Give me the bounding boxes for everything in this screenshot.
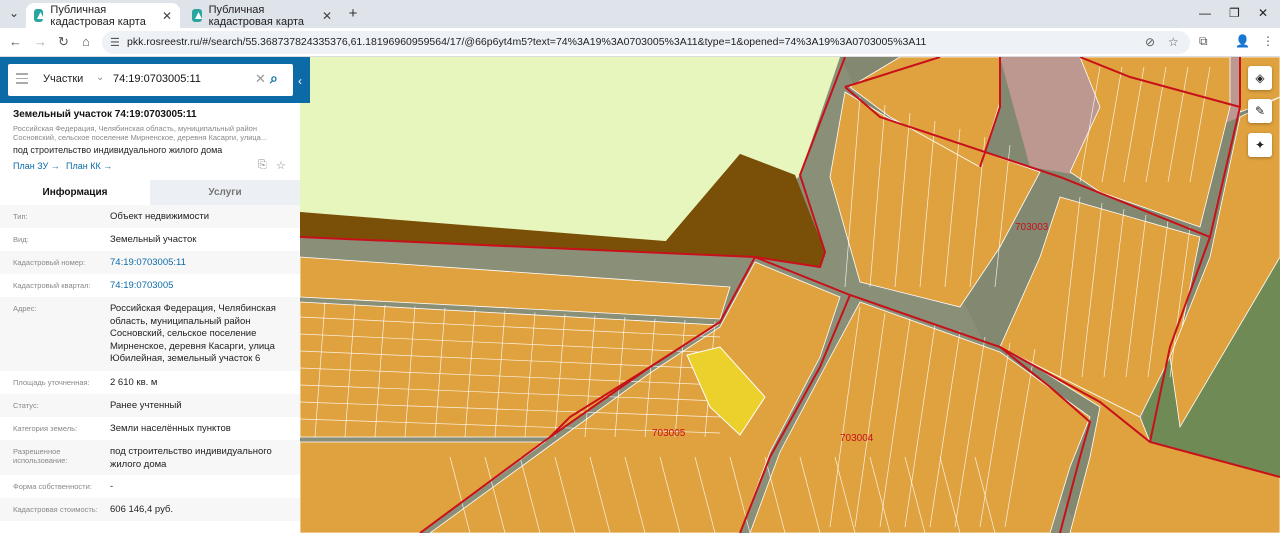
home-icon[interactable]: ⌂ (82, 34, 90, 49)
object-title: Земельный участок 74:19:0703005:11 (13, 109, 197, 120)
menu-dots-icon[interactable]: ⋮ (1262, 34, 1274, 48)
attribute-value: под строительство индивидуального жилого… (110, 446, 272, 470)
restore-icon[interactable]: ❐ (1229, 6, 1240, 20)
attribute-row-address: Адрес: Российская Федерация, Челябинская… (0, 297, 300, 371)
layers-icon: ◈ (1255, 71, 1265, 85)
new-tab-button[interactable]: + (344, 5, 362, 23)
reload-icon[interactable]: ↻ (58, 34, 69, 50)
clear-search-icon[interactable]: ✕ (255, 71, 266, 87)
plan-kk-link[interactable]: План КК → (66, 161, 112, 171)
crosshair-icon: ✦ (1254, 138, 1266, 152)
document-search-icon[interactable]: ⎘ (258, 159, 267, 172)
url-text: pkk.rosreestr.ru/#/search/55.36873782433… (127, 36, 927, 48)
attribute-value: Ранее учтенный (110, 400, 182, 411)
tab-close-icon[interactable]: ✕ (162, 9, 172, 23)
attributes-table: Тип: Объект недвижимости Вид: Земельный … (0, 205, 300, 521)
quarter-label-703004: 703004 (840, 433, 874, 444)
attribute-value: Объект недвижимости (110, 211, 210, 222)
attribute-row-area: Площадь уточненная: 2 610 кв. м (0, 371, 300, 394)
attribute-row-ownership-form: Форма собственности: - (0, 475, 300, 498)
browser-toolbar: ← → ↻ ⌂ ☰ pkk.rosreestr.ru/#/search/55.3… (0, 28, 1280, 57)
attribute-row-kind: Вид: Земельный участок (0, 228, 300, 251)
chevron-down-icon[interactable]: ⌄ (96, 72, 104, 83)
attribute-row-permitted-use: Разрешенное использование: под строитель… (0, 440, 300, 475)
back-icon[interactable]: ← (9, 34, 22, 49)
profile-icon[interactable]: 👤 (1235, 34, 1250, 48)
tracking-protection-icon[interactable]: ⊘ (1145, 35, 1155, 49)
browser-tab-1[interactable]: Публичная кадастровая карта ✕ (26, 3, 180, 28)
map-canvas: 703003 703005 703004 (300, 57, 1280, 533)
attribute-key: Кадастровая стоимость: (13, 505, 98, 514)
cadastral-quarter-link[interactable]: 74:19:0703005 (110, 274, 300, 299)
browser-tab-2[interactable]: Публичная кадастровая карта ✕ (184, 3, 340, 28)
tab-title: Публичная кадастровая карта (50, 3, 146, 28)
forward-icon[interactable]: → (34, 34, 47, 49)
rosreestr-favicon-icon (34, 9, 44, 22)
search-type-select[interactable]: Участки (43, 73, 83, 85)
attribute-key: Статус: (13, 401, 39, 410)
attribute-row-cadastral-number: Кадастровый номер: 74:19:0703005:11 (0, 251, 300, 274)
window-close-icon[interactable]: ✕ (1258, 6, 1268, 20)
bookmark-star-icon[interactable]: ☆ (1168, 35, 1179, 49)
attribute-key: Кадастровый номер: (13, 258, 86, 267)
attribute-value: - (110, 481, 114, 492)
attribute-row-status: Статус: Ранее учтенный (0, 394, 300, 417)
minimize-icon[interactable]: — (1199, 6, 1211, 20)
object-address-summary: Российская Федерация, Челябинская област… (13, 124, 268, 142)
tab-search-chevron-icon[interactable]: ⌄ (9, 6, 19, 20)
address-bar[interactable]: ☰ pkk.rosreestr.ru/#/search/55.368737824… (102, 31, 1190, 54)
attribute-row-cadastral-quarter: Кадастровый квартал: 74:19:0703005 (0, 274, 300, 297)
rosreestr-favicon-icon (192, 9, 202, 22)
tab-services[interactable]: Услуги (150, 180, 300, 205)
browser-tab-strip: ⌄ Публичная кадастровая карта ✕ Публична… (0, 0, 1280, 28)
tab-close-icon[interactable]: ✕ (322, 9, 332, 23)
extensions-icon[interactable]: ⧉ (1199, 34, 1208, 49)
layers-button[interactable]: ◈ (1248, 66, 1272, 90)
search-box[interactable]: Участки ⌄ 74:19:0703005:11 ✕ ⌕ (8, 64, 293, 96)
attribute-key: Вид: (13, 235, 29, 244)
attribute-value: 2 610 кв. м (110, 377, 158, 388)
panel-tabs: Информация Услуги (0, 180, 300, 205)
locate-button[interactable]: ✦ (1248, 133, 1272, 157)
search-bar: Участки ⌄ 74:19:0703005:11 ✕ ⌕ (0, 57, 310, 103)
search-icon[interactable]: ⌕ (270, 70, 278, 87)
attribute-row-type: Тип: Объект недвижимости (0, 205, 300, 228)
measure-button[interactable]: ✎ (1248, 99, 1272, 123)
attribute-value: Земельный участок (110, 234, 197, 245)
favorite-star-icon[interactable]: ☆ (276, 159, 286, 172)
attribute-value: Российская Федерация, Челябинская област… (110, 303, 276, 364)
collapse-panel-icon[interactable]: ‹ (298, 74, 302, 88)
attribute-row-cadastral-value: Кадастровая стоимость: 606 146,4 руб. (0, 498, 300, 521)
attribute-key: Площадь уточненная: (13, 378, 90, 387)
menu-icon[interactable] (16, 73, 28, 86)
attribute-value: Земли населённых пунктов (110, 423, 231, 434)
attribute-key: Категория земель: (13, 424, 78, 433)
object-purpose: под строительство индивидуального жилого… (13, 145, 223, 155)
quarter-label-703005: 703005 (652, 428, 686, 439)
search-input[interactable]: 74:19:0703005:11 (113, 73, 201, 85)
attribute-value: 606 146,4 руб. (110, 504, 174, 515)
ruler-icon: ✎ (1254, 104, 1266, 118)
tab-title: Публичная кадастровая карта (208, 3, 304, 28)
attribute-key: Форма собственности: (13, 482, 92, 491)
attribute-key: Разрешенное использование: (13, 447, 68, 465)
attribute-row-land-category: Категория земель: Земли населённых пункт… (0, 417, 300, 440)
cadastral-number-link[interactable]: 74:19:0703005:11 (110, 251, 300, 276)
site-info-icon[interactable]: ☰ (110, 36, 120, 49)
attribute-key: Адрес: (13, 304, 37, 313)
cadastral-map[interactable]: 703003 703005 703004 (300, 57, 1280, 533)
attribute-key: Тип: (13, 212, 28, 221)
tab-information[interactable]: Информация (0, 180, 150, 205)
object-info-panel: Земельный участок 74:19:0703005:11 Росси… (0, 103, 300, 533)
quarter-label-703003: 703003 (1015, 222, 1049, 233)
plan-zu-link[interactable]: План ЗУ → (13, 161, 60, 171)
attribute-key: Кадастровый квартал: (13, 281, 91, 290)
